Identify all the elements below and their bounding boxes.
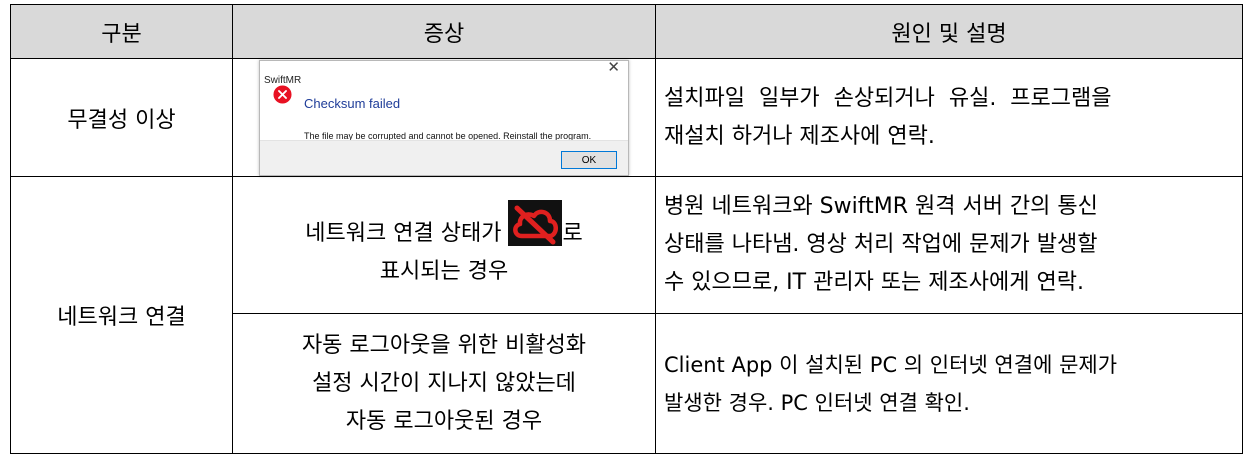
symptom-network-text-after: 로 xyxy=(562,220,583,246)
cause-auto-logout-line1: Client App 이 설치된 PC 의 인터넷 연결에 문제가 xyxy=(664,352,1118,377)
cloud-disconnected-icon xyxy=(508,199,563,246)
troubleshooting-table: 구분 증상 원인 및 설명 무결성 이상 SwiftMR ✕ Checksum … xyxy=(10,4,1243,454)
table-row-integrity: 무결성 이상 SwiftMR ✕ Checksum failed The fil… xyxy=(10,58,1243,177)
cause-network-status-line3: 수 있으므로, IT 관리자 또는 제조사에게 연락. xyxy=(664,270,1084,295)
error-circle-icon xyxy=(273,84,292,104)
checksum-error-dialog-image: SwiftMR ✕ Checksum failed The file may b… xyxy=(259,58,629,176)
cause-auto-logout: Client App 이 설치된 PC 의 인터넷 연결에 문제가 발생한 경우… xyxy=(655,313,1243,454)
dialog-ok-button: OK xyxy=(561,150,617,169)
close-icon: ✕ xyxy=(607,58,620,76)
header-cause: 원인 및 설명 xyxy=(655,4,1243,59)
symptom-auto-logout-line1: 자동 로그아웃을 위한 비활성화 xyxy=(301,332,587,358)
cause-integrity-line1: 설치파일 일부가 손상되거나 유실. 프로그램을 xyxy=(664,85,1112,111)
cause-network-status-line2: 상태를 나타냄. 영상 처리 작업에 문제가 발생할 xyxy=(664,232,1098,257)
symptom-network-status-line2: 표시되는 경우 xyxy=(379,258,509,284)
table-header-row: 구분 증상 원인 및 설명 xyxy=(10,4,1243,59)
cause-network-status: 병원 네트워크와 SwiftMR 원격 서버 간의 통신 상태를 나타냄. 영상… xyxy=(655,176,1243,314)
symptom-auto-logout-line3: 자동 로그아웃된 경우 xyxy=(345,408,543,434)
symptom-auto-logout-line2: 설정 시간이 지나지 않았는데 xyxy=(312,370,576,396)
header-symptom: 증상 xyxy=(232,4,656,59)
cause-integrity: 설치파일 일부가 손상되거나 유실. 프로그램을 재설치 하거나 제조사에 연락… xyxy=(655,58,1243,177)
table-row-network-status: 네트워크 연결 네트워크 연결 상태가 로 표시되는 경우 병원 네트워크와 S… xyxy=(10,176,1243,454)
symptom-network-text-before: 네트워크 연결 상태가 xyxy=(305,220,509,246)
cause-network-status-line1: 병원 네트워크와 SwiftMR 원격 서버 간의 통신 xyxy=(664,194,1098,219)
dialog-footer: OK xyxy=(260,139,628,175)
symptom-network-status: 네트워크 연결 상태가 로 표시되는 경우 xyxy=(232,176,656,314)
symptom-auto-logout: 자동 로그아웃을 위한 비활성화 설정 시간이 지나지 않았는데 자동 로그아웃… xyxy=(232,313,656,454)
symptom-network-status-line1: 네트워크 연결 상태가 로 xyxy=(233,199,655,253)
category-network: 네트워크 연결 xyxy=(10,176,233,454)
cause-auto-logout-line2: 발생한 경우. PC 인터넷 연결 확인. xyxy=(664,390,970,415)
cause-integrity-line2: 재설치 하거나 제조사에 연락. xyxy=(664,123,935,149)
symptom-integrity-cell: SwiftMR ✕ Checksum failed The file may b… xyxy=(232,58,656,177)
category-integrity: 무결성 이상 xyxy=(10,58,233,177)
header-category: 구분 xyxy=(10,4,233,59)
